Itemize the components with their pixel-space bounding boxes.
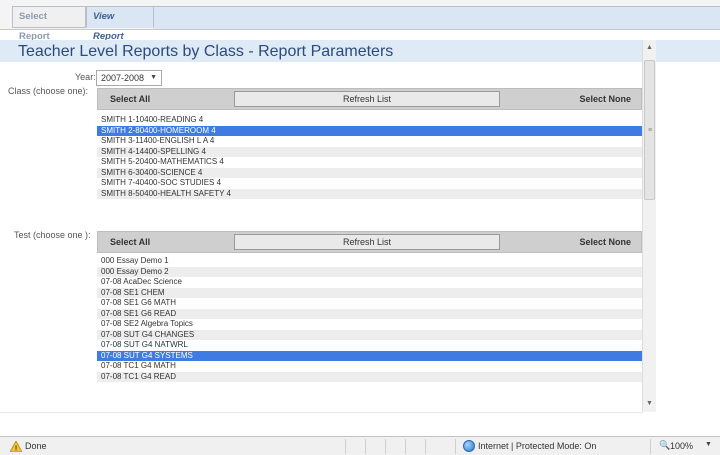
status-divider — [365, 439, 366, 454]
status-divider — [425, 439, 426, 454]
class-list-item[interactable]: SMITH 6-30400-SCIENCE 4 — [97, 167, 642, 178]
class-list-item[interactable]: SMITH 5-20400-MATHEMATICS 4 — [97, 157, 642, 168]
test-refresh-list-button[interactable]: Refresh List — [234, 234, 500, 250]
vertical-scrollbar[interactable]: ▲ ≡ ▼ — [642, 40, 656, 412]
status-bar: ! Done Internet | Protected Mode: On 🔍 1… — [0, 436, 720, 455]
zoom-level[interactable]: 100% — [670, 441, 693, 451]
year-value: 2007-2008 — [101, 73, 145, 83]
class-select-all-button[interactable]: Select All — [110, 94, 150, 104]
globe-icon — [463, 440, 475, 452]
test-list-item[interactable]: 07-08 SE2 Algebra Topics — [97, 319, 642, 330]
test-list-item[interactable]: 07-08 AcaDec Science — [97, 277, 642, 288]
test-list-item[interactable]: 07-08 SE1 G6 READ — [97, 308, 642, 319]
status-divider — [455, 439, 456, 454]
year-label: Year: — [75, 72, 96, 82]
zoom-chevron-down-icon[interactable]: ▼ — [705, 441, 712, 448]
class-list: SMITH 1-10400-READING 4 SMITH 2-80400-HOM… — [97, 115, 642, 199]
status-divider — [385, 439, 386, 454]
scroll-thumb[interactable]: ≡ — [644, 60, 655, 200]
test-select-all-button[interactable]: Select All — [110, 237, 150, 247]
security-zone-text[interactable]: Internet | Protected Mode: On — [478, 441, 596, 451]
tab-select-report[interactable]: Select Report — [12, 6, 86, 42]
test-list-item[interactable]: 07-08 SE1 G6 MATH — [97, 298, 642, 309]
test-list: 000 Essay Demo 1 000 Essay Demo 2 07-08 Ac… — [97, 256, 642, 382]
page-title: Teacher Level Reports by Class - Report … — [18, 43, 394, 60]
test-list-item[interactable]: 000 Essay Demo 1 — [97, 256, 642, 267]
test-list-item[interactable]: 07-08 SUT G4 NATWRL — [97, 340, 642, 351]
scroll-down-arrow-icon[interactable]: ▼ — [646, 400, 653, 407]
title-band: Teacher Level Reports by Class - Report … — [0, 40, 720, 62]
test-list-item[interactable]: 000 Essay Demo 2 — [97, 266, 642, 277]
scroll-grip-icon: ≡ — [648, 127, 653, 134]
status-divider — [345, 439, 346, 454]
test-list-item[interactable]: 07-08 TC1 G4 MATH — [97, 361, 642, 372]
class-list-item[interactable]: SMITH 4-14400-SPELLING 4 — [97, 146, 642, 157]
test-list-item[interactable]: 07-08 SUT G4 SYSTEMS — [97, 350, 642, 361]
class-select-none-button[interactable]: Select None — [579, 94, 631, 104]
test-list-header: Select All Refresh List Select None — [97, 231, 642, 253]
warning-icon[interactable]: ! — [10, 441, 22, 452]
zoom-icon: 🔍 — [659, 440, 671, 450]
test-select-none-button[interactable]: Select None — [579, 237, 631, 247]
test-list-item[interactable]: 07-08 TC1 G4 READ — [97, 371, 642, 382]
status-done-text: Done — [25, 441, 47, 451]
test-list-item[interactable]: 07-08 SUT G4 CHANGES — [97, 329, 642, 340]
svg-text:!: ! — [15, 446, 17, 453]
test-list-item[interactable]: 07-08 SE1 CHEM — [97, 287, 642, 298]
status-divider — [650, 439, 651, 454]
year-select[interactable]: 2007-2008 ▼ — [96, 70, 162, 86]
tab-bar: Select Report View Report — [0, 0, 720, 42]
class-list-item[interactable]: SMITH 8-50400-HEALTH SAFETY 4 — [97, 188, 642, 199]
tab-bar-fill — [154, 6, 720, 29]
tab-view-report[interactable]: View Report — [86, 6, 154, 42]
content-bottom-divider — [0, 412, 642, 413]
class-list-header: Select All Refresh List Select None — [97, 88, 642, 110]
class-refresh-list-button[interactable]: Refresh List — [234, 91, 500, 107]
chevron-down-icon: ▼ — [150, 74, 157, 81]
class-list-item[interactable]: SMITH 2-80400-HOMEROOM 4 — [97, 125, 642, 136]
status-divider — [405, 439, 406, 454]
class-list-item[interactable]: SMITH 3-11400-ENGLISH L A 4 — [97, 136, 642, 147]
class-list-item[interactable]: SMITH 7-40400-SOC STUDIES 4 — [97, 178, 642, 189]
scroll-up-arrow-icon[interactable]: ▲ — [646, 44, 653, 51]
class-label: Class (choose one): — [8, 86, 89, 96]
test-label: Test (choose one ): — [14, 230, 91, 240]
class-list-item[interactable]: SMITH 1-10400-READING 4 — [97, 115, 642, 126]
